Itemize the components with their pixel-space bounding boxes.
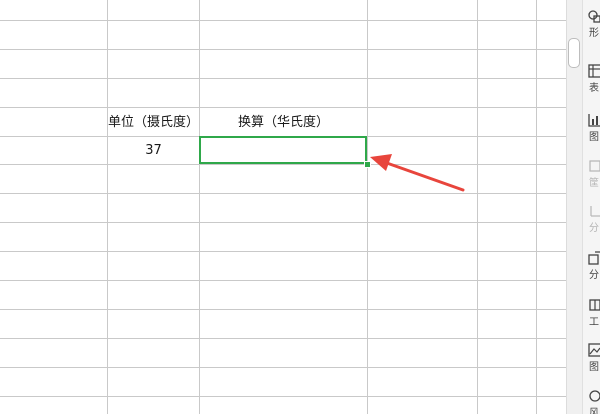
scrollbar-thumb[interactable]	[568, 38, 580, 68]
row-divider	[0, 251, 568, 252]
annotation-arrow	[370, 154, 465, 192]
row-divider	[0, 222, 568, 223]
tools-icon	[588, 297, 600, 311]
side-item-label: 工	[589, 317, 599, 328]
cell-celsius-value[interactable]: 37	[108, 141, 199, 161]
row-divider	[0, 107, 568, 108]
side-item-label: 图	[589, 132, 599, 143]
side-item-image[interactable]: 图	[586, 342, 600, 382]
image-icon	[588, 342, 600, 357]
chart-icon	[588, 112, 600, 127]
column-divider	[536, 0, 537, 414]
side-item-label: 表	[589, 83, 599, 94]
shape-icon	[588, 8, 600, 23]
row-divider	[0, 193, 568, 194]
side-item-shape[interactable]: 形	[586, 8, 600, 48]
side-item-label: 风	[589, 408, 599, 414]
cell-header-fahrenheit[interactable]: 换算（华氏度）	[200, 113, 367, 133]
row-divider	[0, 309, 568, 310]
side-item-split: 分	[586, 203, 600, 243]
column-divider	[367, 0, 368, 414]
side-item-share[interactable]: 分	[586, 250, 600, 290]
cell-header-celsius[interactable]: 单位（摄氏度）	[108, 113, 199, 133]
side-item-tools[interactable]: 工	[586, 297, 600, 337]
side-item-filter: 筐	[586, 158, 600, 198]
row-divider	[0, 164, 568, 165]
row-divider	[0, 78, 568, 79]
active-cell-fahrenheit[interactable]	[199, 136, 367, 164]
side-item-table[interactable]: 表	[586, 63, 600, 103]
side-item-label: 形	[589, 28, 599, 39]
row-divider	[0, 49, 568, 50]
column-divider	[477, 0, 478, 414]
side-task-panel: 形 表 图 筐 分 分 工 图 风	[582, 0, 600, 414]
row-divider	[0, 367, 568, 368]
side-item-label: 筐	[589, 178, 599, 189]
row-divider	[0, 338, 568, 339]
side-item-style[interactable]: 风	[586, 388, 600, 414]
side-item-chart[interactable]: 图	[586, 112, 600, 152]
style-icon	[588, 388, 600, 402]
row-divider	[0, 396, 568, 397]
spreadsheet-grid[interactable]: 单位（摄氏度） 换算（华氏度） 37	[0, 0, 568, 414]
row-divider	[0, 20, 568, 21]
share-icon	[588, 250, 600, 265]
side-item-label: 分	[589, 270, 599, 281]
table-icon	[588, 63, 600, 78]
split-icon	[588, 203, 600, 217]
side-item-label: 分	[589, 223, 599, 234]
side-item-label: 图	[589, 362, 599, 373]
filter-icon	[588, 158, 600, 172]
column-divider	[199, 0, 200, 414]
row-divider	[0, 280, 568, 281]
column-divider	[107, 0, 108, 414]
